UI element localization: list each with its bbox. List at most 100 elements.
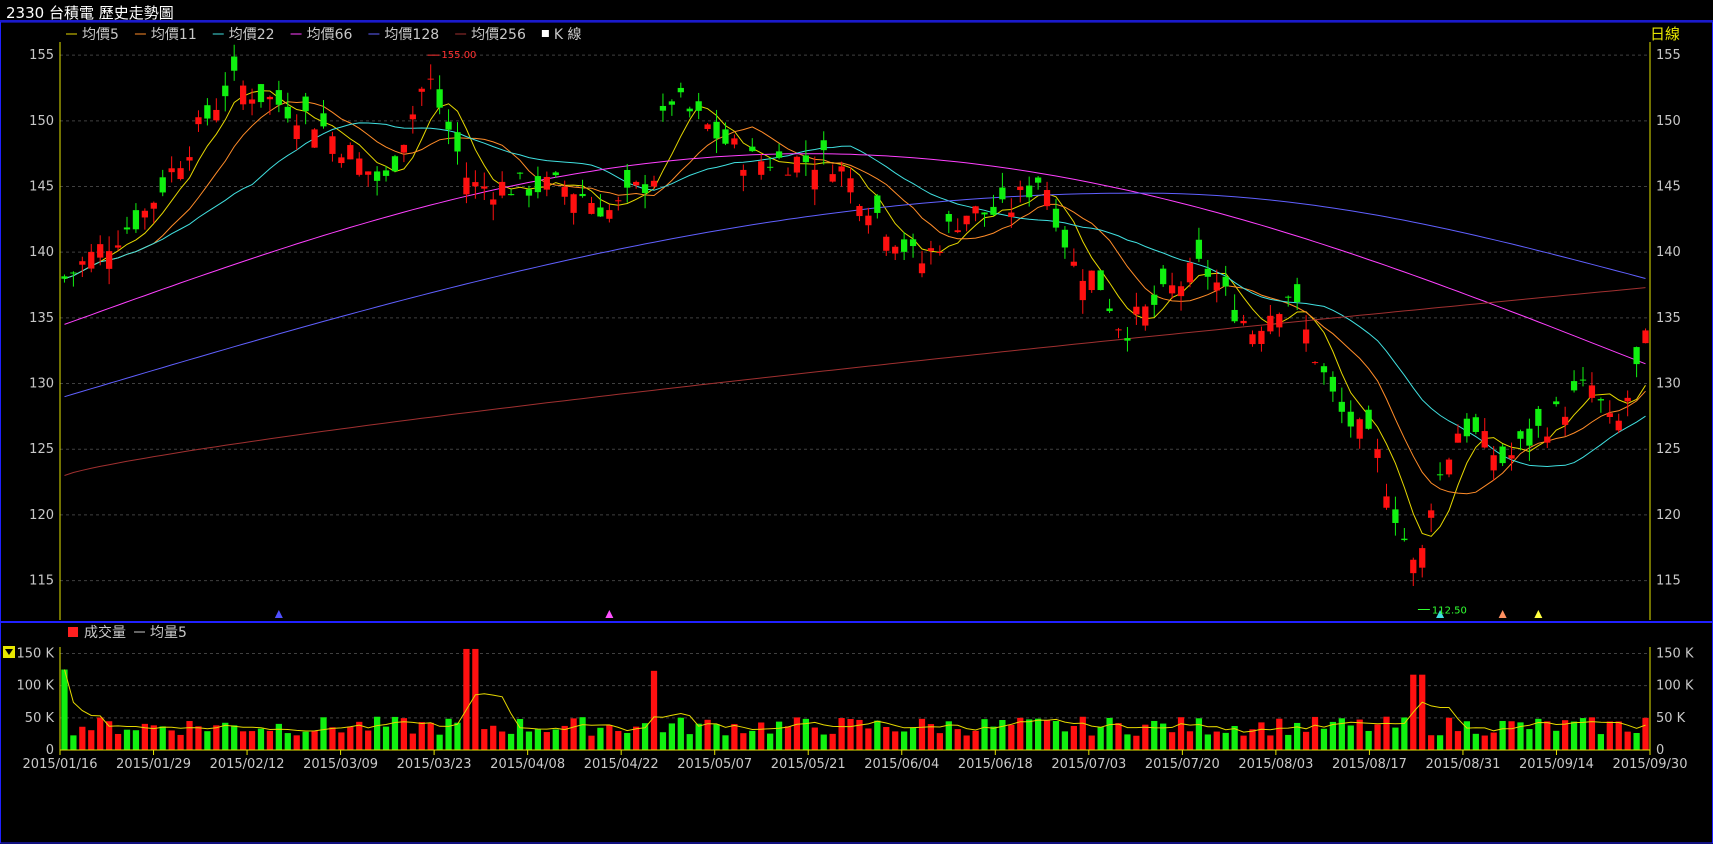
volume-bar [1481,735,1488,750]
volume-bar [963,735,970,750]
candle-body [615,200,622,202]
ma22-line [64,122,1646,468]
volume-bar [311,730,318,750]
volume-bar [847,718,854,750]
candle-body [936,251,943,253]
candle-body [588,203,595,214]
candle-body [1052,208,1060,228]
candle-body [659,105,667,111]
candle-body [1124,338,1131,341]
candle-body [731,138,738,145]
candle-body [1338,401,1345,412]
volume-bar [1597,734,1604,750]
candle-body [713,121,720,139]
candle-body [311,129,318,148]
date-tick-label: 2015/06/04 [864,757,939,772]
candle-body [1160,268,1167,285]
candle-body [767,166,774,168]
candle-body [1454,433,1462,443]
candle-body [472,182,479,187]
candle-body [749,146,756,152]
volume-bar [909,727,917,750]
candle-body [1499,446,1506,464]
candle-body [1017,186,1024,191]
candle-body [1151,294,1158,305]
moving-average-lines [64,90,1646,537]
candle-body [963,215,970,225]
volume-bar [481,729,488,750]
stock-chart[interactable]: 均價5 均價11 均價22 均價66 均價128 均價256 K 線 日線 155 15515… [0,22,1713,844]
candle-body [490,199,497,205]
candle-body [1320,366,1328,373]
volume-tick-right: 150 K [1656,646,1694,661]
candle-body [1213,282,1220,291]
kline-legend-swatch [541,30,549,37]
candle-body [1562,416,1569,425]
candle-body [1142,306,1149,326]
volume-bar [579,717,586,750]
candle-body [132,210,140,230]
high-label: 155.00 [441,50,476,61]
candle-body [1294,284,1301,303]
volume-bar [1329,721,1337,750]
volume-bar [293,735,300,750]
candle-body [1570,381,1578,391]
candle-body [1168,285,1176,294]
candle-body [195,117,202,125]
candle-body [927,248,935,251]
volume-bar [749,730,756,750]
volume-bar [1445,717,1453,750]
volume-bar [1428,735,1435,750]
candle-body [1240,320,1247,324]
volume-bar [159,726,166,750]
volume-bar [1624,731,1631,750]
price-tick-left: 120 [29,508,54,523]
candle-body [1079,280,1086,301]
ma11-line [64,101,1646,495]
candle-body [1436,474,1444,476]
volume-bars [61,648,1649,750]
signal-marker [1534,610,1543,618]
volume-tick-left: 50 K [25,711,55,726]
volume-bar [1151,720,1158,750]
candle-body [918,263,926,274]
volume-bar [1186,731,1194,750]
volume-bar [213,725,220,750]
candle-body [561,186,568,197]
date-tick-label: 2015/08/03 [1238,757,1313,772]
candle-body [1401,538,1408,541]
candle-body [775,151,783,158]
candle-body [847,178,854,193]
price-tick-right: 125 [1656,442,1681,457]
volume-bar [597,727,604,750]
candle-body [114,245,122,248]
volume-bar [61,669,68,750]
volume-bar [1008,724,1015,750]
volume-bar [784,726,792,750]
volume-bar [820,734,827,750]
volume-bar [999,720,1006,750]
volume-bar [1088,735,1095,750]
candle-body [1115,329,1122,331]
candle-body [1088,270,1095,291]
candle-body [811,169,818,190]
candle-body [97,244,104,258]
volume-ma-line [64,669,1646,733]
candle-body [293,125,300,140]
volume-bar [79,726,86,750]
legend-label: 均價22 [229,26,275,43]
legend-label: 均價11 [151,26,197,43]
price-legend: 均價5 均價11 均價22 均價66 均價128 均價256 K 線 [66,26,582,43]
volume-bar [1419,674,1426,750]
candle-body [1633,347,1640,365]
volume-bar [1240,735,1247,750]
volume-bar [1365,730,1372,750]
volume-bar [1213,731,1220,750]
candle-body [159,177,166,193]
candle-body [1267,315,1274,332]
volume-bar [499,731,506,750]
candle-body [892,246,899,254]
volume-tick-left: 0 [46,743,54,758]
volume-bar [1026,719,1033,750]
volume-bar [552,729,559,750]
